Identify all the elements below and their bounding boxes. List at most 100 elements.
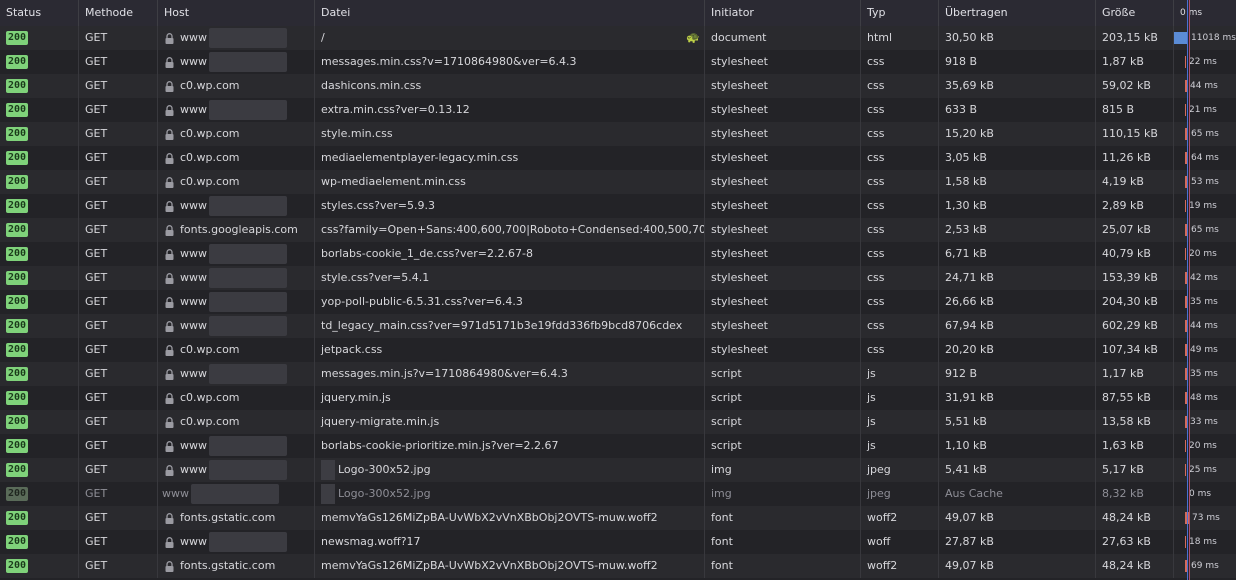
waterfall-time: 22 ms bbox=[1189, 57, 1217, 67]
redacted-host-block bbox=[191, 484, 279, 504]
column-header-method[interactable]: Methode bbox=[79, 0, 158, 26]
cell-file: style.min.css bbox=[315, 122, 705, 146]
request-row[interactable]: 200 GET c0.wp.com mediaelementplayer-legacy… bbox=[0, 146, 1236, 170]
cell-initiator: stylesheet bbox=[705, 98, 861, 122]
cell-host: www bbox=[158, 530, 315, 554]
cell-type: js bbox=[861, 410, 939, 434]
request-row[interactable]: 200 GET www Logo-300x52.jpg img jpeg 5,41 kB 5,… bbox=[0, 458, 1236, 482]
waterfall-time: 35 ms bbox=[1190, 369, 1218, 379]
request-row[interactable]: 200 GET www yop-poll-public-6.5.31.css?ver=… bbox=[0, 290, 1236, 314]
cell-size: 815 B bbox=[1096, 98, 1174, 122]
column-header-initiator[interactable]: Initiator bbox=[705, 0, 861, 26]
host-text: c0.wp.com bbox=[180, 79, 240, 92]
cell-size: 107,34 kB bbox=[1096, 338, 1174, 362]
cell-method: GET bbox=[79, 482, 158, 506]
lock-icon bbox=[165, 296, 174, 308]
cell-host: www bbox=[158, 266, 315, 290]
cell-file: memvYaGs126MiZpBA-UvWbX2vVnXBbObj2OVTS-m… bbox=[315, 554, 705, 578]
cell-initiator: stylesheet bbox=[705, 122, 861, 146]
lock-icon bbox=[165, 200, 174, 212]
waterfall-time: 19 ms bbox=[1189, 201, 1217, 211]
waterfall-time: 0 ms bbox=[1189, 489, 1212, 499]
cell-transferred: 67,94 kB bbox=[939, 314, 1096, 338]
redacted-host-block bbox=[209, 292, 287, 312]
cell-transferred: 5,41 kB bbox=[939, 458, 1096, 482]
status-badge: 200 bbox=[6, 175, 29, 189]
request-row[interactable]: 200 GET www borlabs-cookie_1_de.css?ver=2.2… bbox=[0, 242, 1236, 266]
cell-method: GET bbox=[79, 266, 158, 290]
request-row[interactable]: 200 GET www / 🐢 document html 30,50 kB 203,15 kB… bbox=[0, 26, 1236, 50]
host-text: www bbox=[180, 31, 207, 44]
cell-status: 200 bbox=[0, 554, 79, 578]
cell-status: 200 bbox=[0, 506, 79, 530]
cell-file: jquery.min.js bbox=[315, 386, 705, 410]
cell-size: 1,87 kB bbox=[1096, 50, 1174, 74]
request-row[interactable]: 200 GET www style.css?ver=5.4.1 stylesheet cs… bbox=[0, 266, 1236, 290]
lock-icon bbox=[165, 272, 174, 284]
file-name: mediaelementplayer-legacy.min.css bbox=[321, 151, 519, 164]
request-row[interactable]: 200 GET www td_legacy_main.css?ver=971d5171… bbox=[0, 314, 1236, 338]
column-header-transferred[interactable]: Übertragen bbox=[939, 0, 1096, 26]
host-text: c0.wp.com bbox=[180, 175, 240, 188]
cell-type: woff bbox=[861, 530, 939, 554]
cell-method: GET bbox=[79, 386, 158, 410]
request-row[interactable]: 200 GET c0.wp.com jquery-migrate.min.js scri… bbox=[0, 410, 1236, 434]
request-row[interactable]: 200 GET c0.wp.com jquery.min.js script js 31,9… bbox=[0, 386, 1236, 410]
request-row[interactable]: 200 GET www newsmag.woff?17 font woff 27,87 kB… bbox=[0, 530, 1236, 554]
status-badge: 200 bbox=[6, 487, 29, 501]
column-header-host[interactable]: Host bbox=[158, 0, 315, 26]
status-badge: 200 bbox=[6, 199, 29, 213]
cell-initiator: stylesheet bbox=[705, 242, 861, 266]
request-row[interactable]: 200 GET www messages.min.js?v=1710864980&ve… bbox=[0, 362, 1236, 386]
file-name: dashicons.min.css bbox=[321, 79, 422, 92]
request-row[interactable]: 200 GET www messages.min.css?v=1710864980&v… bbox=[0, 50, 1236, 74]
cell-status: 200 bbox=[0, 122, 79, 146]
cell-size: 110,15 kB bbox=[1096, 122, 1174, 146]
cell-size: 4,19 kB bbox=[1096, 170, 1174, 194]
request-row[interactable]: 200 GET c0.wp.com style.min.css stylesheet cs… bbox=[0, 122, 1236, 146]
request-row[interactable]: 200 GET fonts.googleapis.com css?family=Ope… bbox=[0, 218, 1236, 242]
cell-size: 602,29 kB bbox=[1096, 314, 1174, 338]
request-row[interactable]: 200 GET fonts.gstatic.com memvYaGs126MiZpBA… bbox=[0, 506, 1236, 530]
cell-host: www bbox=[158, 482, 315, 506]
cell-type: css bbox=[861, 314, 939, 338]
request-row[interactable]: 200 GET fonts.gstatic.com memvYaGs126MiZpBA… bbox=[0, 554, 1236, 578]
cell-status: 200 bbox=[0, 146, 79, 170]
cell-transferred: 27,87 kB bbox=[939, 530, 1096, 554]
cell-initiator: font bbox=[705, 530, 861, 554]
cell-initiator: stylesheet bbox=[705, 74, 861, 98]
cell-method: GET bbox=[79, 410, 158, 434]
cell-size: 40,79 kB bbox=[1096, 242, 1174, 266]
status-badge: 200 bbox=[6, 343, 29, 357]
cell-size: 13,58 kB bbox=[1096, 410, 1174, 434]
column-header-file[interactable]: Datei bbox=[315, 0, 705, 26]
cell-method: GET bbox=[79, 434, 158, 458]
host-text: fonts.gstatic.com bbox=[180, 559, 276, 572]
request-row[interactable]: 200 GET www Logo-300x52.jpg img jpeg Aus Cache… bbox=[0, 482, 1236, 506]
request-row[interactable]: 200 GET c0.wp.com wp-mediaelement.min.css st… bbox=[0, 170, 1236, 194]
waterfall-bar bbox=[1185, 56, 1186, 68]
request-row[interactable]: 200 GET www borlabs-cookie-prioritize.min.j… bbox=[0, 434, 1236, 458]
column-header-status[interactable]: Status bbox=[0, 0, 79, 26]
waterfall-cell: 20 ms bbox=[1174, 434, 1236, 458]
cell-method: GET bbox=[79, 530, 158, 554]
column-header-size[interactable]: Größe bbox=[1096, 0, 1174, 26]
cell-type: css bbox=[861, 194, 939, 218]
column-header-type[interactable]: Typ bbox=[861, 0, 939, 26]
host-text: www bbox=[180, 199, 207, 212]
cell-status: 200 bbox=[0, 338, 79, 362]
request-row[interactable]: 200 GET c0.wp.com jetpack.css stylesheet css 2… bbox=[0, 338, 1236, 362]
request-row[interactable]: 200 GET www styles.css?ver=5.9.3 stylesheet c… bbox=[0, 194, 1236, 218]
request-row[interactable]: 200 GET c0.wp.com dashicons.min.css styleshe… bbox=[0, 74, 1236, 98]
cell-initiator: script bbox=[705, 410, 861, 434]
cell-size: 1,63 kB bbox=[1096, 434, 1174, 458]
redacted-host-block bbox=[209, 268, 287, 288]
cell-method: GET bbox=[79, 26, 158, 50]
column-header-waterfall[interactable]: 0 ms bbox=[1174, 0, 1236, 26]
status-badge: 200 bbox=[6, 223, 29, 237]
cell-file: Logo-300x52.jpg bbox=[315, 482, 705, 506]
redacted-host-block bbox=[209, 28, 287, 48]
host-text: www bbox=[180, 103, 207, 116]
request-row[interactable]: 200 GET www extra.min.css?ver=0.13.12 styles… bbox=[0, 98, 1236, 122]
cell-type: css bbox=[861, 98, 939, 122]
